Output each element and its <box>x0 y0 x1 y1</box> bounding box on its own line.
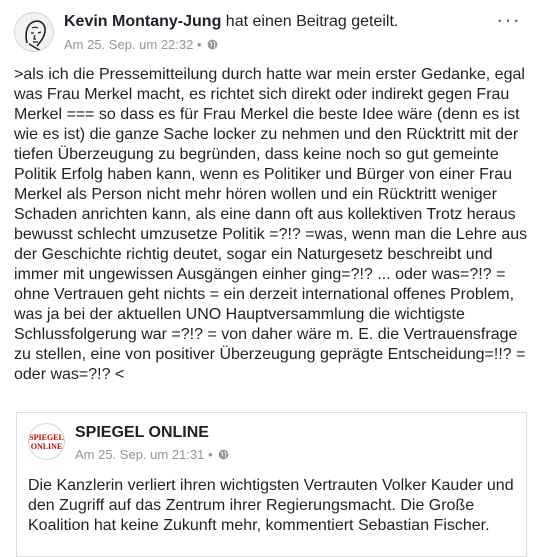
more-options-icon[interactable]: ··· <box>496 9 521 31</box>
logo-line-1: SPIEGEL <box>29 432 64 442</box>
post-meta: Am 25. Sep. um 22:32 • <box>64 37 218 52</box>
author-name[interactable]: Kevin Montany-Jung <box>64 13 221 30</box>
shared-page-name[interactable]: SPIEGEL ONLINE <box>75 424 209 442</box>
globe-icon <box>218 449 228 460</box>
shared-post-card[interactable]: SPIEGEL ONLINE SPIEGEL ONLINE Am 25. Sep… <box>16 412 527 557</box>
globe-icon <box>207 39 217 50</box>
spiegel-online-logo[interactable]: SPIEGEL ONLINE <box>28 423 65 460</box>
author-avatar[interactable] <box>14 12 54 52</box>
shared-timestamp[interactable]: Am 25. Sep. um 21:31 • <box>75 447 213 462</box>
author-avatar-sketch <box>25 20 48 51</box>
shared-meta: Am 25. Sep. um 21:31 • <box>75 447 229 462</box>
post-action-text: hat einen Beitrag geteilt. <box>225 13 399 30</box>
post-timestamp[interactable]: Am 25. Sep. um 22:32 • <box>64 37 202 52</box>
post-body-text: >als ich die Pressemitteilung durch hatt… <box>14 66 528 383</box>
logo-line-2: ONLINE <box>30 441 63 451</box>
shared-post-text: Die Kanzlerin verliert ihren wichtigsten… <box>28 477 514 534</box>
post-header: Kevin Montany-Jung hat einen Beitrag get… <box>64 13 398 31</box>
